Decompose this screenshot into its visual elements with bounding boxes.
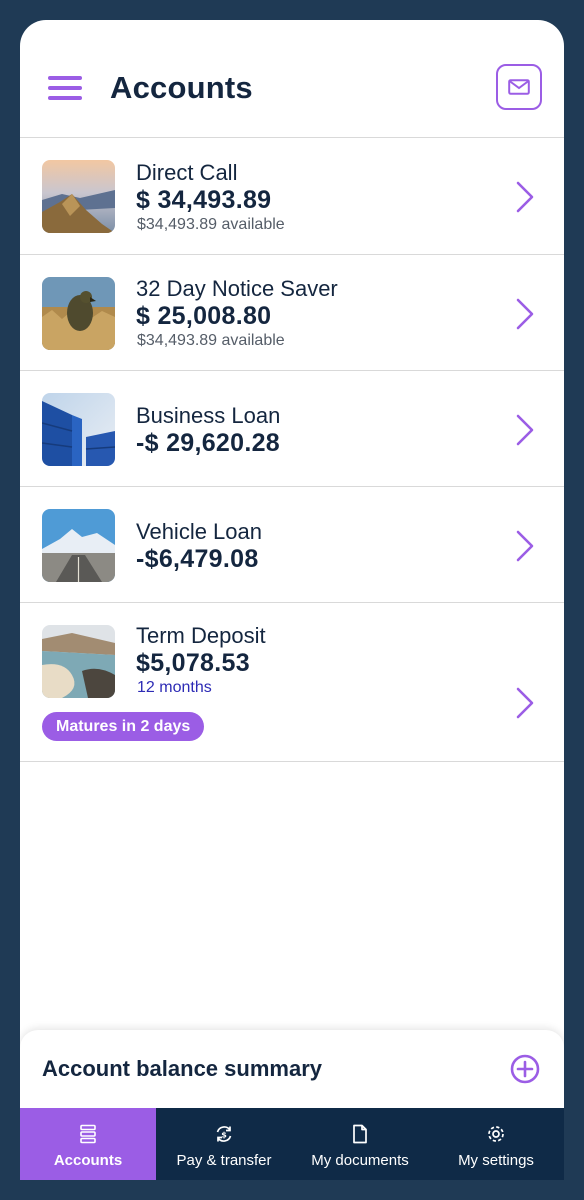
- chevron-right-icon: [516, 530, 534, 562]
- account-image-road: [42, 509, 115, 582]
- account-available: $34,493.89 available: [137, 216, 285, 233]
- account-row-direct-call[interactable]: Direct Call $ 34,493.89 $34,493.89 avail…: [20, 138, 564, 255]
- hamburger-menu-icon[interactable]: [48, 76, 82, 100]
- envelope-icon: [508, 79, 530, 95]
- account-balance: $ 25,008.80: [136, 302, 272, 330]
- account-image-coast: [42, 625, 115, 698]
- account-row-vehicle-loan[interactable]: Vehicle Loan -$6,479.08: [20, 487, 564, 603]
- tab-my-documents[interactable]: My documents: [292, 1108, 428, 1180]
- account-name: Term Deposit: [136, 623, 266, 648]
- tab-pay-transfer[interactable]: $ Pay & transfer: [156, 1108, 292, 1180]
- tab-label: Pay & transfer: [176, 1152, 272, 1169]
- summary-title: Account balance summary: [42, 1056, 322, 1081]
- transfer-refresh-icon: $: [216, 1126, 232, 1142]
- document-icon: [353, 1124, 367, 1144]
- chevron-right-icon: [516, 414, 534, 446]
- account-row-business-loan[interactable]: Business Loan -$ 29,620.28: [20, 371, 564, 487]
- term-length: 12 months: [137, 679, 212, 696]
- account-name: Business Loan: [136, 403, 281, 428]
- account-balance: -$ 29,620.28: [136, 429, 280, 457]
- messages-button[interactable]: [496, 64, 542, 110]
- account-row-notice-saver[interactable]: 32 Day Notice Saver $ 25,008.80 $34,493.…: [20, 255, 564, 371]
- account-image-mountain: [42, 160, 115, 233]
- chevron-right-icon: [516, 181, 534, 213]
- account-balance: $5,078.53: [136, 649, 250, 677]
- list-stack-icon: [80, 1124, 96, 1144]
- bottom-tab-bar: Accounts $ Pay & transfer My documents M…: [20, 1108, 564, 1180]
- chevron-right-icon: [516, 298, 534, 330]
- svg-text:$: $: [221, 1131, 227, 1140]
- phone-screen: Accounts Direct Call $ 34,493.89 $34,493…: [20, 20, 564, 1180]
- account-image-kea: [42, 277, 115, 350]
- balance-summary-panel[interactable]: Account balance summary: [20, 1030, 564, 1110]
- account-name: Direct Call: [136, 160, 238, 185]
- maturity-badge: Matures in 2 days: [42, 712, 205, 741]
- account-name: 32 Day Notice Saver: [136, 276, 338, 301]
- account-balance: $ 34,493.89: [136, 186, 272, 214]
- tab-accounts[interactable]: Accounts: [20, 1108, 156, 1180]
- plus-circle-icon[interactable]: [510, 1054, 540, 1084]
- tab-label: My settings: [458, 1152, 534, 1169]
- account-image-containers: [42, 393, 115, 466]
- account-available: $34,493.89 available: [137, 332, 285, 349]
- account-name: Vehicle Loan: [136, 519, 262, 544]
- chevron-right-icon: [516, 687, 534, 719]
- gear-icon: [488, 1126, 504, 1142]
- app-header: Accounts: [20, 20, 564, 138]
- tab-label: My documents: [311, 1152, 409, 1169]
- account-balance: -$6,479.08: [136, 545, 259, 573]
- tab-my-settings[interactable]: My settings: [428, 1108, 564, 1180]
- page-title: Accounts: [110, 70, 253, 105]
- tab-label: Accounts: [53, 1152, 123, 1169]
